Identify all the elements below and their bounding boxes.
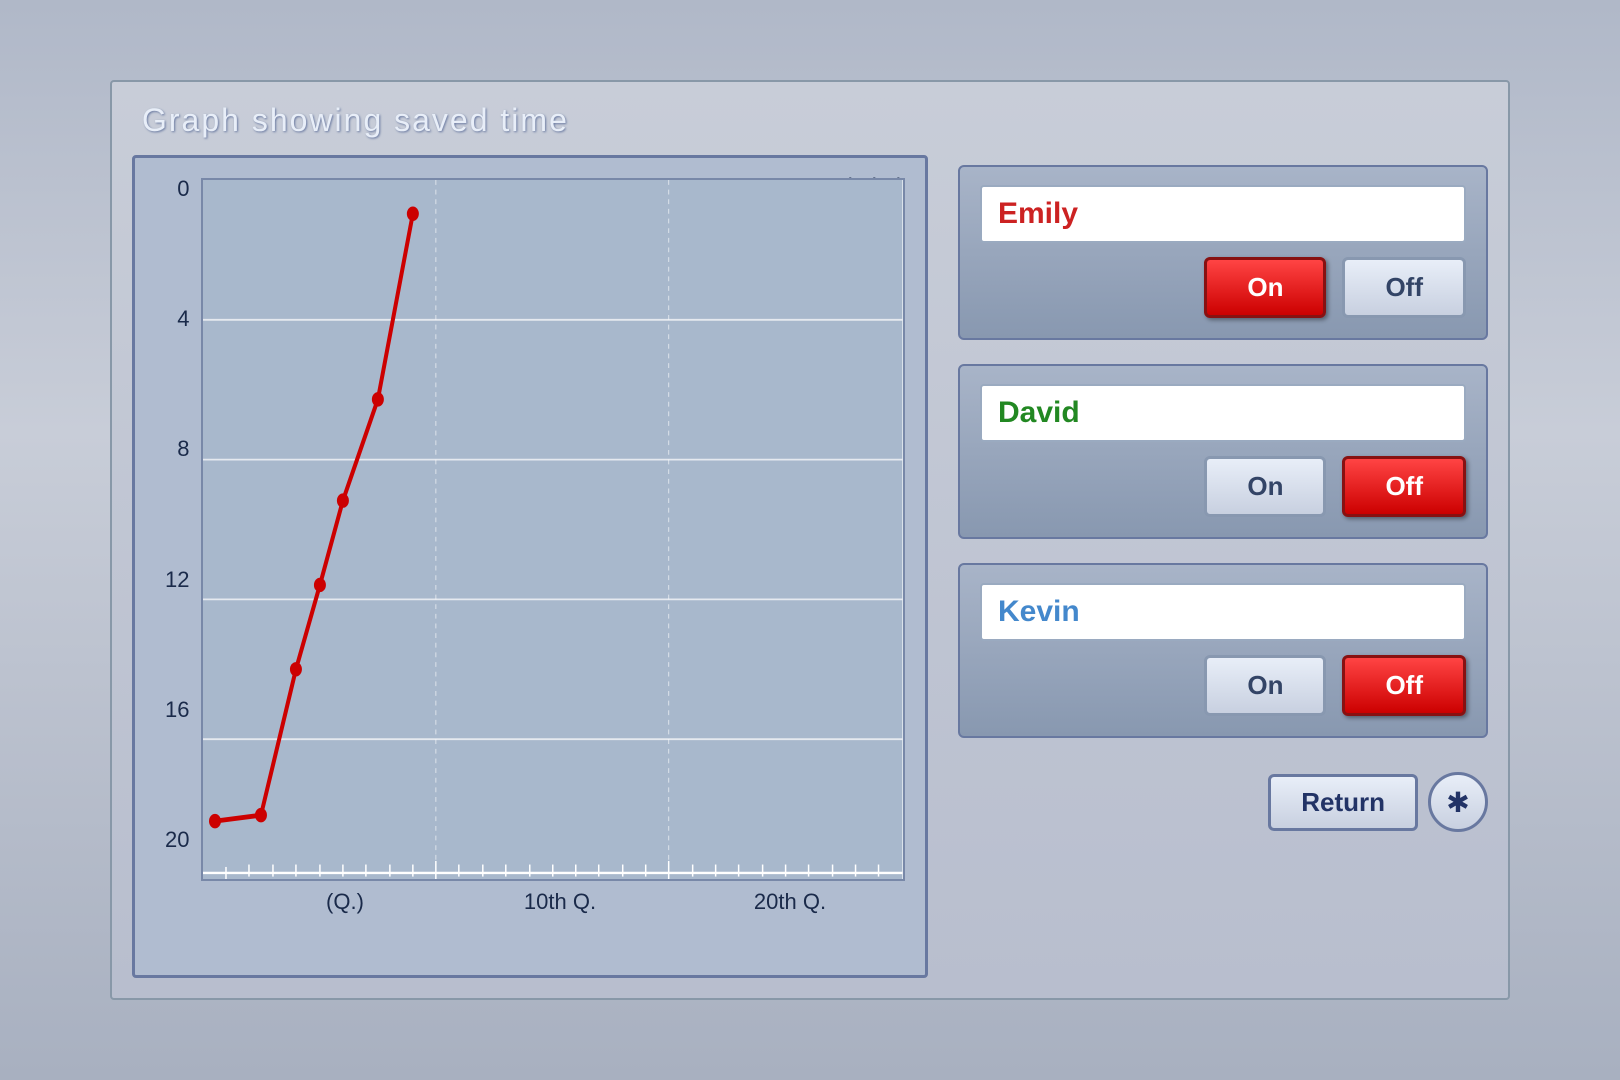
player-name-david: David xyxy=(980,384,1466,442)
content-area: (Min.) 20 16 12 8 4 0 xyxy=(132,155,1488,978)
emily-off-button[interactable]: Off xyxy=(1342,257,1466,318)
x-label-q: (Q.) xyxy=(245,889,445,915)
graph-canvas xyxy=(201,178,905,881)
david-on-button[interactable]: On xyxy=(1204,456,1326,517)
y-tick-4: 4 xyxy=(177,308,189,330)
graph-wrapper: 20 16 12 8 4 0 xyxy=(165,178,905,881)
x-tick-10: 10th Q. xyxy=(445,889,675,915)
right-panel: Emily On Off David On Off xyxy=(958,155,1488,978)
emily-on-button[interactable]: On xyxy=(1204,257,1326,318)
player-card-kevin: Kevin On Off xyxy=(958,563,1488,738)
y-tick-0: 0 xyxy=(177,178,189,200)
player-name-emily: Emily xyxy=(980,185,1466,243)
kevin-on-button[interactable]: On xyxy=(1204,655,1326,716)
star-button[interactable]: ✱ xyxy=(1428,772,1488,832)
y-tick-12: 12 xyxy=(165,569,189,591)
player-name-kevin: Kevin xyxy=(980,583,1466,641)
graph-svg xyxy=(203,180,903,879)
y-tick-20: 20 xyxy=(165,829,189,851)
david-off-button[interactable]: Off xyxy=(1342,456,1466,517)
page-title: Graph showing saved time xyxy=(132,102,1488,139)
bottom-row: Return ✱ xyxy=(958,762,1488,832)
kevin-buttons: On Off xyxy=(980,655,1466,716)
x-tick-20: 20th Q. xyxy=(675,889,905,915)
emily-buttons: On Off xyxy=(980,257,1466,318)
player-card-emily: Emily On Off xyxy=(958,165,1488,340)
graph-section: (Min.) 20 16 12 8 4 0 xyxy=(132,155,928,978)
y-tick-8: 8 xyxy=(177,438,189,460)
y-tick-16: 16 xyxy=(165,699,189,721)
david-buttons: On Off xyxy=(980,456,1466,517)
graph-y-axis: 20 16 12 8 4 0 xyxy=(165,178,201,881)
player-card-david: David On Off xyxy=(958,364,1488,539)
main-container: Graph showing saved time (Min.) 20 16 12… xyxy=(110,80,1510,1000)
kevin-off-button[interactable]: Off xyxy=(1342,655,1466,716)
return-button[interactable]: Return xyxy=(1268,774,1418,831)
